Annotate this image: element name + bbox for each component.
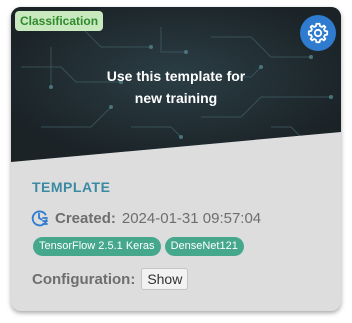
created-value: 2024-01-31 09:57:04 [121,209,262,227]
tag-framework: TensorFlow 2.5.1 Keras [33,237,161,256]
use-template-prompt[interactable]: Use this template for new training [11,65,341,109]
show-configuration-button[interactable]: Show [141,268,189,290]
settings-button[interactable] [300,15,336,51]
template-banner[interactable]: Classification Use this template for new… [11,7,341,162]
configuration-row: Configuration: Show [32,268,189,290]
configuration-label: Configuration: [32,270,136,288]
template-card[interactable]: Classification Use this template for new… [11,7,341,311]
gear-icon [307,22,329,44]
use-template-line-1: Use this template for [106,68,246,84]
tag-list: TensorFlow 2.5.1 Keras DenseNet121 [33,237,244,256]
created-label: Created: [55,209,116,227]
created-row: Created: 2024-01-31 09:57:04 [31,209,261,227]
use-template-line-2: new training [134,90,218,106]
template-title: TEMPLATE [32,179,111,195]
category-badge: Classification [15,11,104,31]
clock-list-icon [31,210,48,227]
tag-model: DenseNet121 [164,237,244,256]
